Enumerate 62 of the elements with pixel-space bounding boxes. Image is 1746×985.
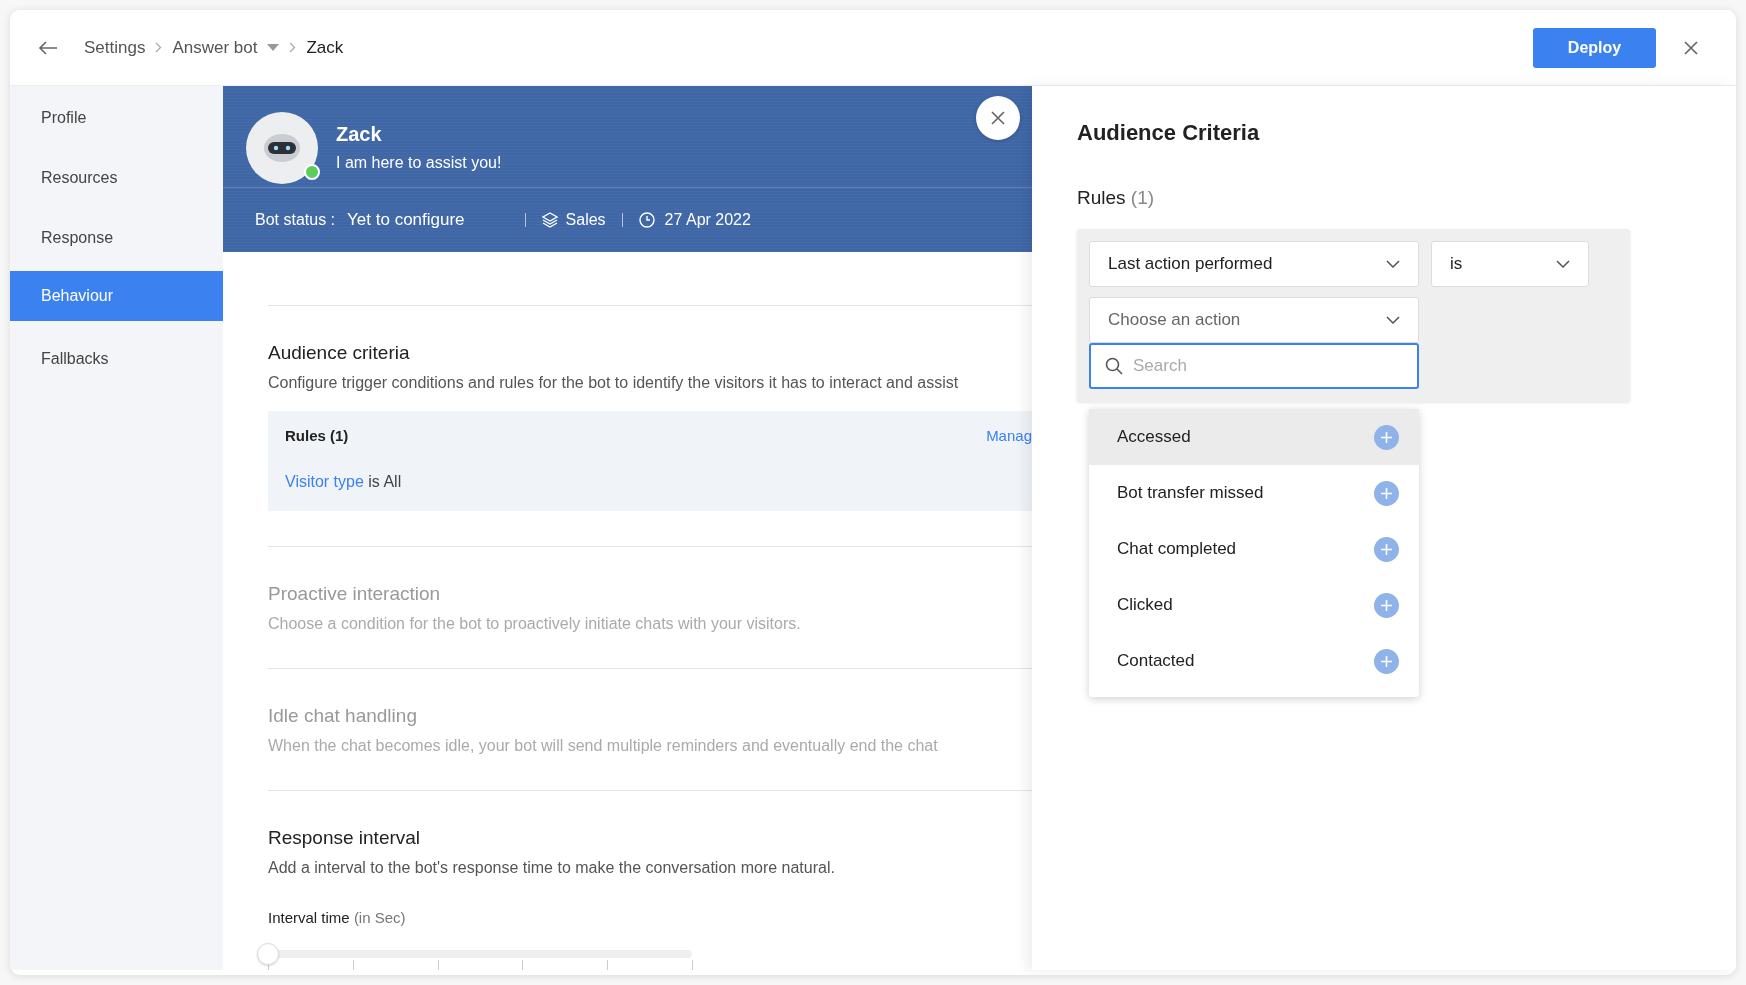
department-label: Sales bbox=[565, 210, 606, 229]
plus-icon bbox=[1381, 655, 1392, 667]
breadcrumb-link[interactable]: Answer bot bbox=[172, 37, 280, 58]
section-description: Configure trigger conditions and rules for the bot to identify the visitors it has to interact and assist bbox=[268, 374, 960, 392]
dropdown-caret-icon[interactable] bbox=[267, 44, 280, 51]
section-title: Audience criteria bbox=[268, 342, 411, 364]
manage-link[interactable]: Manag bbox=[986, 427, 1032, 444]
rules-heading: Rules (1) bbox=[285, 427, 349, 444]
bot-tagline: I am here to assist you! bbox=[336, 154, 502, 172]
section-title: Proactive interaction bbox=[268, 583, 442, 605]
sidebar-item[interactable]: Behaviour bbox=[10, 271, 223, 321]
slider-label: Interval time (in Sec) bbox=[268, 909, 407, 926]
chevron-right-icon bbox=[289, 42, 297, 53]
plus-icon bbox=[1381, 487, 1392, 499]
chevron-right-icon bbox=[155, 42, 163, 53]
robot-face-icon bbox=[263, 132, 301, 163]
close-button[interactable] bbox=[976, 96, 1020, 140]
chevron-down-icon bbox=[1386, 260, 1400, 268]
slider-thumb[interactable] bbox=[257, 943, 279, 965]
menu-option[interactable]: Accessed bbox=[1089, 409, 1419, 465]
breadcrumb-link[interactable]: Settings bbox=[84, 37, 146, 58]
section-description: Choose a condition for the bot to proactively initiate chats with your visitors. bbox=[268, 615, 802, 633]
add-icon[interactable] bbox=[1374, 480, 1399, 506]
menu-option[interactable]: Chat completed bbox=[1089, 521, 1419, 577]
sidebar-item[interactable]: Response bbox=[10, 208, 223, 268]
plus-icon bbox=[1381, 599, 1392, 611]
close-icon bbox=[1684, 40, 1698, 55]
created-date: 27 Apr 2022 bbox=[664, 210, 751, 229]
deploy-button[interactable]: Deploy bbox=[1533, 27, 1656, 68]
close-icon bbox=[991, 111, 1005, 125]
sidebar-item[interactable]: Profile bbox=[10, 88, 223, 148]
panel-title: Audience Criteria bbox=[1077, 120, 1261, 146]
clock-icon bbox=[638, 211, 655, 228]
layers-icon bbox=[541, 211, 558, 228]
menu-option[interactable]: Bot transfer missed bbox=[1089, 465, 1419, 521]
status-label: Bot status : bbox=[255, 210, 336, 229]
rules-heading: Rules (1) bbox=[1077, 187, 1156, 209]
plus-icon bbox=[1381, 543, 1392, 555]
section-title: Idle chat handling bbox=[268, 705, 418, 727]
select-field[interactable]: is bbox=[1431, 241, 1589, 287]
chevron-down-icon bbox=[1556, 260, 1570, 268]
rule-summary: Visitor type is All bbox=[285, 473, 403, 491]
sidebar-item[interactable]: Resources bbox=[10, 148, 223, 208]
menu-option[interactable]: Contacted bbox=[1089, 633, 1419, 689]
add-icon[interactable] bbox=[1374, 424, 1399, 450]
status-value: Yet to configure bbox=[347, 209, 465, 230]
bot-name: Zack bbox=[336, 123, 383, 146]
search-icon bbox=[1105, 357, 1123, 375]
add-icon[interactable] bbox=[1374, 592, 1399, 618]
section-title: Response interval bbox=[268, 827, 422, 849]
section-description: Add a interval to the bot's response time to make the conversation more natural. bbox=[268, 859, 836, 877]
back-arrow-icon[interactable] bbox=[38, 40, 58, 55]
action-select[interactable]: Choose an action bbox=[1089, 297, 1419, 343]
section-description: When the chat becomes idle, your bot will send multiple reminders and eventually end the chat bbox=[268, 737, 939, 755]
sidebar-item[interactable]: Fallbacks bbox=[10, 329, 223, 389]
select-field[interactable]: Last action performed bbox=[1089, 241, 1419, 287]
search-field[interactable]: Search bbox=[1089, 343, 1419, 389]
chevron-down-icon bbox=[1386, 316, 1400, 324]
add-icon[interactable] bbox=[1374, 536, 1399, 562]
plus-icon bbox=[1381, 431, 1392, 443]
menu-option[interactable]: Clicked bbox=[1089, 577, 1419, 633]
add-icon[interactable] bbox=[1374, 648, 1399, 674]
